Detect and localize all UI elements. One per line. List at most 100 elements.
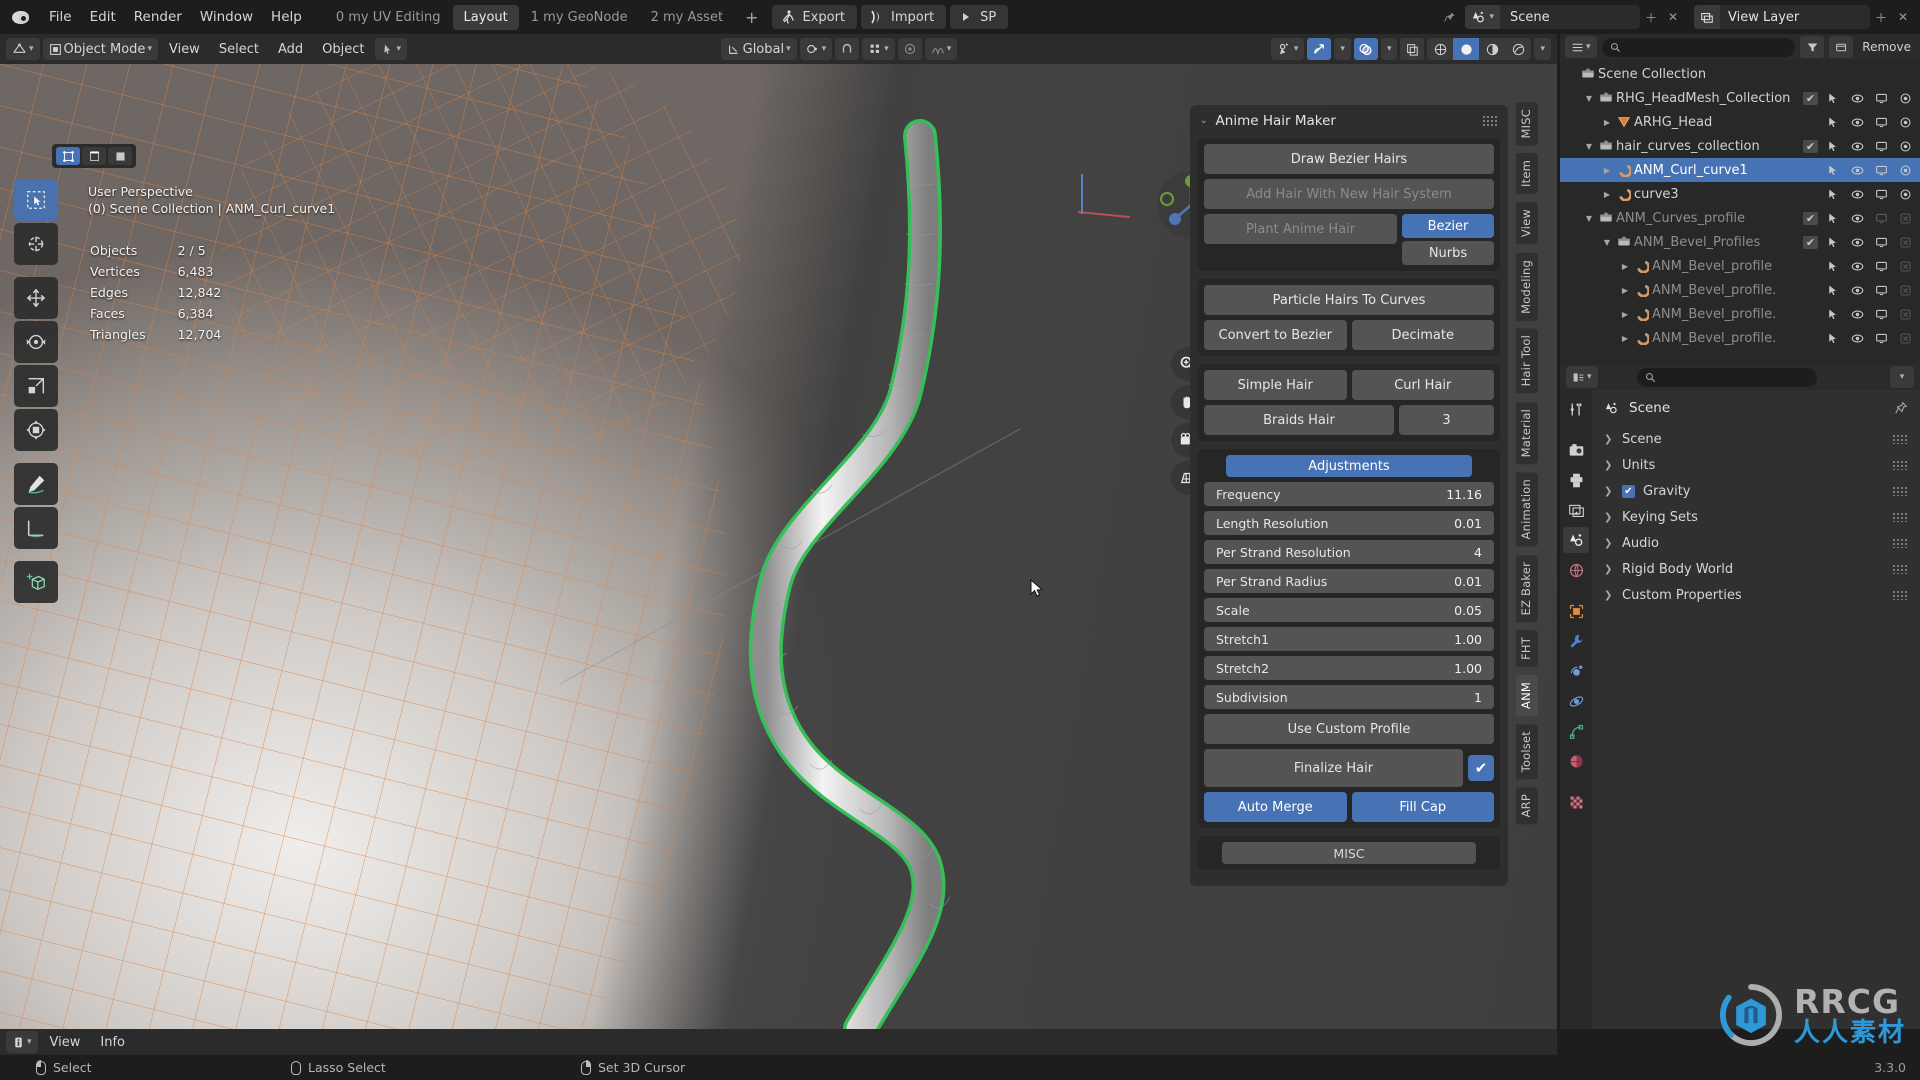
expand-triangle-icon[interactable]: ▼ xyxy=(1582,94,1596,103)
gizmo-options-dropdown[interactable]: ▾ xyxy=(1334,38,1351,60)
import-button[interactable]: Import xyxy=(861,5,947,29)
curl-hair-button[interactable]: Curl Hair xyxy=(1351,370,1494,400)
restrict-render-icon[interactable] xyxy=(1899,164,1914,177)
restrict-render-icon[interactable] xyxy=(1899,284,1914,297)
prop-per-strand-radius[interactable]: Per Strand Radius 0.01 xyxy=(1204,569,1494,593)
section-checkbox[interactable]: ✔ xyxy=(1622,484,1635,498)
add-cube-tool[interactable] xyxy=(14,561,58,603)
viewport-toolbar[interactable] xyxy=(14,179,58,603)
section-drag-handle[interactable] xyxy=(1892,590,1908,600)
menu-edit[interactable]: Edit xyxy=(81,6,125,28)
restrict-select-icon[interactable] xyxy=(1827,308,1842,320)
chevron-right-icon[interactable]: ❯ xyxy=(1604,538,1614,549)
restrict-select-icon[interactable] xyxy=(1827,212,1842,224)
material-sphere-icon[interactable] xyxy=(1563,748,1589,774)
select-mode-toggles[interactable] xyxy=(52,144,136,168)
restrict-select-icon[interactable] xyxy=(1827,188,1842,200)
curve-type-bezier-toggle[interactable]: Bezier xyxy=(1402,214,1494,238)
restrict-render-icon[interactable] xyxy=(1899,332,1914,345)
annotate-tool[interactable] xyxy=(14,463,58,505)
collection-checkbox[interactable]: ✔ xyxy=(1803,211,1818,225)
tool-icon[interactable] xyxy=(1563,396,1589,422)
restrict-hide-icon[interactable] xyxy=(1851,284,1866,297)
use-custom-profile-button[interactable]: Use Custom Profile xyxy=(1204,714,1494,744)
blender-logo-icon[interactable] xyxy=(10,6,32,28)
workspace-tab-asset[interactable]: 2 my Asset xyxy=(640,5,734,30)
overlay-options-dropdown[interactable]: ▾ xyxy=(1380,38,1398,60)
shading-wireframe[interactable] xyxy=(1427,38,1453,60)
expand-triangle-icon[interactable]: ▶ xyxy=(1600,166,1614,175)
particle-hairs-to-curves-button[interactable]: Particle Hairs To Curves xyxy=(1204,285,1494,315)
active-tool-dropdown[interactable]: ▾ xyxy=(375,38,407,60)
properties-search-input[interactable] xyxy=(1637,367,1818,387)
shading-material-preview[interactable] xyxy=(1479,38,1505,60)
workspace-tab-geonode[interactable]: 1 my GeoNode xyxy=(520,5,639,30)
sidebar-tab-fht[interactable]: FHT xyxy=(1516,630,1538,667)
menu-render[interactable]: Render xyxy=(125,6,191,28)
restrict-hide-icon[interactable] xyxy=(1851,308,1866,321)
falloff-curve-icon[interactable]: ▾ xyxy=(924,38,958,60)
finalize-hair-checkbox[interactable]: ✔ xyxy=(1468,755,1494,781)
outliner-remove-label[interactable]: Remove xyxy=(1858,40,1915,54)
expand-triangle-icon[interactable]: ▼ xyxy=(1582,142,1596,151)
restrict-render-icon[interactable] xyxy=(1899,140,1914,153)
misc-button[interactable]: MISC xyxy=(1222,842,1476,864)
restrict-hide-icon[interactable] xyxy=(1851,332,1866,345)
draw-bezier-hairs-button[interactable]: Draw Bezier Hairs xyxy=(1204,144,1494,174)
object-square-icon[interactable] xyxy=(1563,598,1589,624)
menu-file[interactable]: File xyxy=(40,6,81,28)
restrict-viewport-icon[interactable] xyxy=(1875,164,1890,177)
restrict-hide-icon[interactable] xyxy=(1851,164,1866,177)
plant-anime-hair-button[interactable]: Plant Anime Hair xyxy=(1204,214,1397,244)
prop-subdivision[interactable]: Subdivision 1 xyxy=(1204,685,1494,709)
expand-triangle-icon[interactable]: ▶ xyxy=(1618,286,1632,295)
scene-selector[interactable]: ▾ Scene xyxy=(1465,5,1640,29)
workspace-tab-uv-editing[interactable]: 0 my UV Editing xyxy=(325,5,452,30)
collection-checkbox[interactable]: ✔ xyxy=(1803,91,1818,105)
unlink-scene-button[interactable]: ✕ xyxy=(1662,5,1684,29)
simple-hair-button[interactable]: Simple Hair xyxy=(1204,370,1347,400)
object-mode-selector[interactable]: Object Mode ▾ xyxy=(42,38,158,60)
sidebar-tab-hair-tool[interactable]: Hair Tool xyxy=(1516,328,1538,394)
expand-triangle-icon[interactable]: ▶ xyxy=(1618,334,1632,343)
properties-section[interactable]: ❯ Keying Sets xyxy=(1592,504,1920,530)
tweak-select-tool[interactable] xyxy=(14,179,58,221)
restrict-select-icon[interactable] xyxy=(1827,140,1842,152)
properties-editor-type-icon[interactable]: ▾ xyxy=(1566,366,1598,388)
expand-triangle-icon[interactable]: ▶ xyxy=(1600,190,1614,199)
xray-icon[interactable] xyxy=(1353,38,1378,60)
restrict-viewport-icon[interactable] xyxy=(1875,284,1890,297)
prop-per-strand-resolution[interactable]: Per Strand Resolution 4 xyxy=(1204,540,1494,564)
sidebar-tab-animation[interactable]: Animation xyxy=(1516,472,1538,547)
viewport-menu-view[interactable]: View xyxy=(161,39,208,60)
restrict-viewport-icon[interactable] xyxy=(1875,260,1890,273)
outliner-row[interactable]: ▶ ANM_Bevel_profile. xyxy=(1560,326,1920,350)
prop-stretch2[interactable]: Stretch2 1.00 xyxy=(1204,656,1494,680)
outliner-display-mode-icon[interactable]: ▾ xyxy=(1565,36,1597,58)
sidebar-tab-misc[interactable]: MISC xyxy=(1516,102,1538,146)
properties-section[interactable]: ❯ Custom Properties xyxy=(1592,582,1920,608)
section-drag-handle[interactable] xyxy=(1892,512,1908,522)
chevron-right-icon[interactable]: ❯ xyxy=(1604,486,1614,497)
toggle-xray-icon[interactable] xyxy=(1400,38,1425,60)
info-menu-info[interactable]: Info xyxy=(92,1032,133,1053)
shading-solid[interactable] xyxy=(1453,38,1480,60)
collection-checkbox[interactable]: ✔ xyxy=(1803,139,1818,153)
outliner-row[interactable]: ▶ ARHG_Head xyxy=(1560,110,1920,134)
properties-section[interactable]: ❯ Rigid Body World xyxy=(1592,556,1920,582)
panel-header[interactable]: ⌄ Anime Hair Maker xyxy=(1190,105,1508,138)
info-editor-icon[interactable]: ▾ xyxy=(6,1031,38,1053)
restrict-select-icon[interactable] xyxy=(1827,260,1842,272)
add-workspace-button[interactable]: + xyxy=(735,4,768,31)
restrict-render-icon[interactable] xyxy=(1899,92,1914,105)
adjustments-header-button[interactable]: Adjustments xyxy=(1226,455,1472,477)
section-drag-handle[interactable] xyxy=(1892,486,1908,496)
sp-button[interactable]: SP xyxy=(950,5,1009,29)
sidebar-tab-arp[interactable]: ARP xyxy=(1516,787,1538,825)
outliner-row[interactable]: ▶ curve3 xyxy=(1560,182,1920,206)
fill-cap-toggle[interactable]: Fill Cap xyxy=(1351,792,1494,822)
outliner-row[interactable]: ▶ ANM_Bevel_profile. xyxy=(1560,302,1920,326)
outliner-row[interactable]: ▼ ANM_Curves_profile ✔ xyxy=(1560,206,1920,230)
restrict-viewport-icon[interactable] xyxy=(1875,92,1890,105)
transform-tool[interactable] xyxy=(14,409,58,451)
